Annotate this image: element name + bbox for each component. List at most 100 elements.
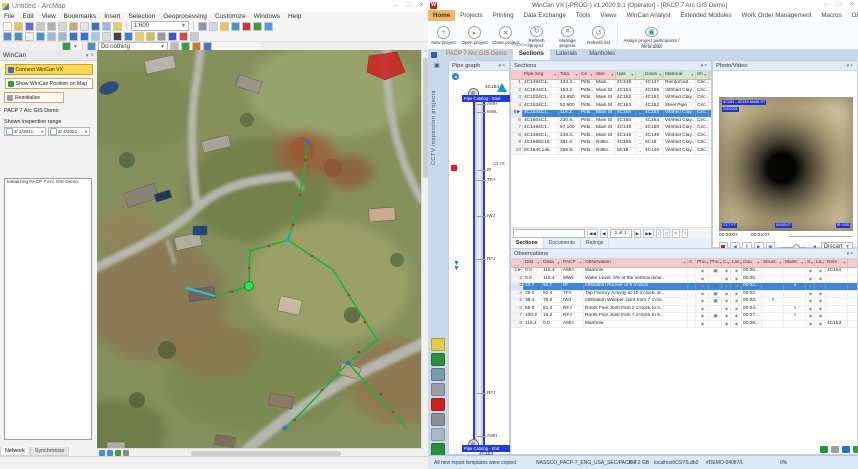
observation-code-label[interactable]: IWJ	[487, 213, 495, 218]
dock-log-list[interactable]: Initializing PACP 7 Arc GIS Demo	[4, 178, 92, 440]
arctoolbox-icon[interactable]	[242, 22, 251, 31]
menu-item[interactable]: View	[38, 12, 60, 21]
ribbon-tab-home[interactable]: Home	[428, 10, 455, 21]
delete-record-button[interactable]: ▯	[663, 229, 670, 238]
view-tab-manholes[interactable]: Manholes	[583, 49, 621, 60]
close-icon[interactable]: ×	[502, 63, 506, 69]
ribbon-tab-macros[interactable]: Macros	[816, 10, 846, 21]
maximize-button[interactable]: □	[402, 0, 415, 12]
table-of-contents-icon[interactable]	[209, 22, 218, 31]
full-extent-icon[interactable]	[36, 32, 45, 41]
date-to-picker[interactable]: 2/ 4/2021▼	[48, 127, 90, 136]
ribbon-tab-wincan-analyst[interactable]: WinCan Analyst	[622, 10, 676, 21]
close-icon[interactable]: ×	[850, 251, 854, 257]
map-position-icon[interactable]	[820, 446, 828, 453]
find-icon[interactable]	[168, 32, 177, 41]
ribbon-tab-printing[interactable]: Printing	[488, 10, 519, 21]
select-features-icon[interactable]	[91, 32, 100, 41]
menu-item[interactable]: File	[0, 12, 18, 21]
ribbon-tab-data-exchange[interactable]: Data Exchange	[519, 10, 571, 21]
viewer-window-icon[interactable]	[190, 32, 199, 41]
wincan-titlebar[interactable]: W WinCan VX (-PROD-) v1.2020.9.1 [Operat…	[428, 0, 858, 10]
map-view[interactable]	[97, 50, 421, 448]
dock-tab-network[interactable]: Network	[0, 447, 30, 456]
back-extent-icon[interactable]	[69, 32, 78, 41]
observation-row[interactable]: 8 116.4 0.0 AMH Manhole ◉ ◉ ◉ 00:08.. ◉	[511, 321, 857, 329]
next-record-button[interactable]: ▶	[634, 229, 642, 238]
observation-row[interactable]: 7 100.2 16.2 RFJ Roots Fine Joint from 7…	[511, 313, 857, 321]
wincan-web-icon[interactable]	[431, 353, 445, 366]
add-data-icon[interactable]	[113, 22, 122, 31]
clear-selection-icon[interactable]	[102, 32, 111, 41]
menu-item[interactable]: Geoprocessing	[159, 12, 211, 21]
ribbon-tab-projects[interactable]: Projects	[455, 10, 487, 21]
dock-tab-synchronize[interactable]: Synchronize	[30, 447, 70, 456]
cut-icon[interactable]	[47, 22, 56, 31]
observation-code-label[interactable]: MWL	[487, 109, 498, 114]
arcmap-titlebar[interactable]: Untitled - ArcMap – □ ×	[0, 0, 428, 12]
filter-combo[interactable]	[513, 229, 585, 238]
section-row[interactable]: 6 4C1504C1.. 230.8.. Pitts.. Main St 4C1…	[511, 118, 711, 126]
ribbon-tab-views[interactable]: Views	[595, 10, 621, 21]
pin-icon[interactable]: ▾	[86, 53, 89, 59]
redo-icon[interactable]	[102, 22, 111, 31]
open-icon[interactable]	[14, 22, 23, 31]
current-position-marker[interactable]	[245, 282, 254, 291]
close-button[interactable]: ×	[415, 0, 428, 12]
observation-code-label[interactable]: AMH	[487, 433, 497, 438]
observation-row[interactable]: 4 25.0 91.4 TFA Tap Factory Activity at …	[511, 291, 857, 299]
section-row[interactable]: 10 5C164C146. 269.8.. Pitts.. Rollin.. 5…	[511, 148, 711, 156]
last-record-button[interactable]: ▶▶	[643, 229, 654, 238]
pipe-graph-settings-icon[interactable]	[452, 73, 459, 80]
menu-item[interactable]: Windows	[250, 12, 284, 21]
section-row[interactable]: 2 4C1544C1.. 153.2.. Pitts.. Main St 4C1…	[511, 88, 711, 96]
zoom-in-icon[interactable]	[3, 32, 12, 41]
model-builder-icon[interactable]	[264, 22, 273, 31]
snapshot-icon[interactable]	[831, 446, 839, 453]
section-row[interactable]: 8 4C1464C1.. 249.0.. Pitts.. Main St 4C1…	[511, 133, 711, 141]
settings-icon[interactable]	[431, 413, 445, 426]
copy-icon[interactable]	[58, 22, 67, 31]
pan-icon[interactable]	[25, 32, 34, 41]
html-popup-icon[interactable]	[146, 32, 155, 41]
section-row[interactable]: 5► 4C1544C1.. 116.3.. Pitts.. Main St 4C…	[511, 110, 711, 118]
menu-item[interactable]: Bookmarks	[60, 12, 101, 21]
observation-row[interactable]: 5 38.4 78.0 IWJ Infiltration Weeper Join…	[511, 298, 857, 306]
observations-header[interactable]: Observations ▾×	[511, 249, 857, 259]
add-observation-icon[interactable]	[853, 446, 858, 453]
zoom-out-icon[interactable]	[14, 32, 23, 41]
open-project-button[interactable]: ▸ Open project	[459, 26, 490, 48]
print-icon[interactable]	[431, 383, 445, 396]
new-map-icon[interactable]	[3, 22, 12, 31]
fixed-zoom-out-icon[interactable]	[58, 32, 67, 41]
photo-video-header[interactable]: Photo/Video ▾×	[713, 61, 857, 71]
previous-record-button[interactable]: ◀	[600, 229, 608, 238]
ribbon-tab-tools[interactable]: Tools	[571, 10, 595, 21]
first-record-button[interactable]: ◀◀	[587, 229, 598, 238]
observation-code-label[interactable]: IR	[487, 167, 492, 172]
video-frame[interactable]: 4C154 - 4C153 MAIN ST 2/4/2021 23.7 FT 0…	[719, 97, 853, 231]
paste-icon[interactable]	[69, 22, 78, 31]
ribbon-tab-extended-modules[interactable]: Extended Modules	[675, 10, 736, 21]
catalog-icon[interactable]	[220, 22, 229, 31]
observation-row[interactable]: 1► 0.0 116.4 AMH Manhole ◉ ▣ ◉ ◉ 00:00..	[511, 268, 857, 276]
observation-row[interactable]: 3 23.7 92.7 IR Infiltration Runner at 9 …	[511, 283, 857, 291]
search-icon[interactable]	[231, 22, 240, 31]
menu-item[interactable]: Edit	[18, 12, 37, 21]
identify-icon[interactable]	[124, 32, 133, 41]
view-tab-laterals[interactable]: Laterals	[550, 49, 583, 60]
record-icon[interactable]	[431, 398, 445, 411]
view-tab-sections[interactable]: Sections	[513, 49, 550, 60]
observation-code-label[interactable]: TFA	[487, 177, 495, 182]
section-row[interactable]: 7 4C1494C1.. 57.100 Pitts.. Main St 4C14…	[511, 125, 711, 133]
select-elements-icon[interactable]	[113, 32, 122, 41]
hyperlink-icon[interactable]	[135, 32, 144, 41]
video-seek-track[interactable]	[789, 236, 853, 237]
add-record-button[interactable]: +	[682, 229, 689, 238]
edit-record-button[interactable]: ✎	[672, 229, 680, 238]
project-tab[interactable]: PACP 7 Arc GIS Demo	[440, 49, 513, 60]
fixed-zoom-in-icon[interactable]	[47, 32, 56, 41]
dock-header[interactable]: WinCan ▾ ×	[0, 50, 97, 61]
editor-toolbar-icon[interactable]	[198, 22, 207, 31]
reinitialize-button[interactable]: Reinitialize	[4, 92, 64, 103]
